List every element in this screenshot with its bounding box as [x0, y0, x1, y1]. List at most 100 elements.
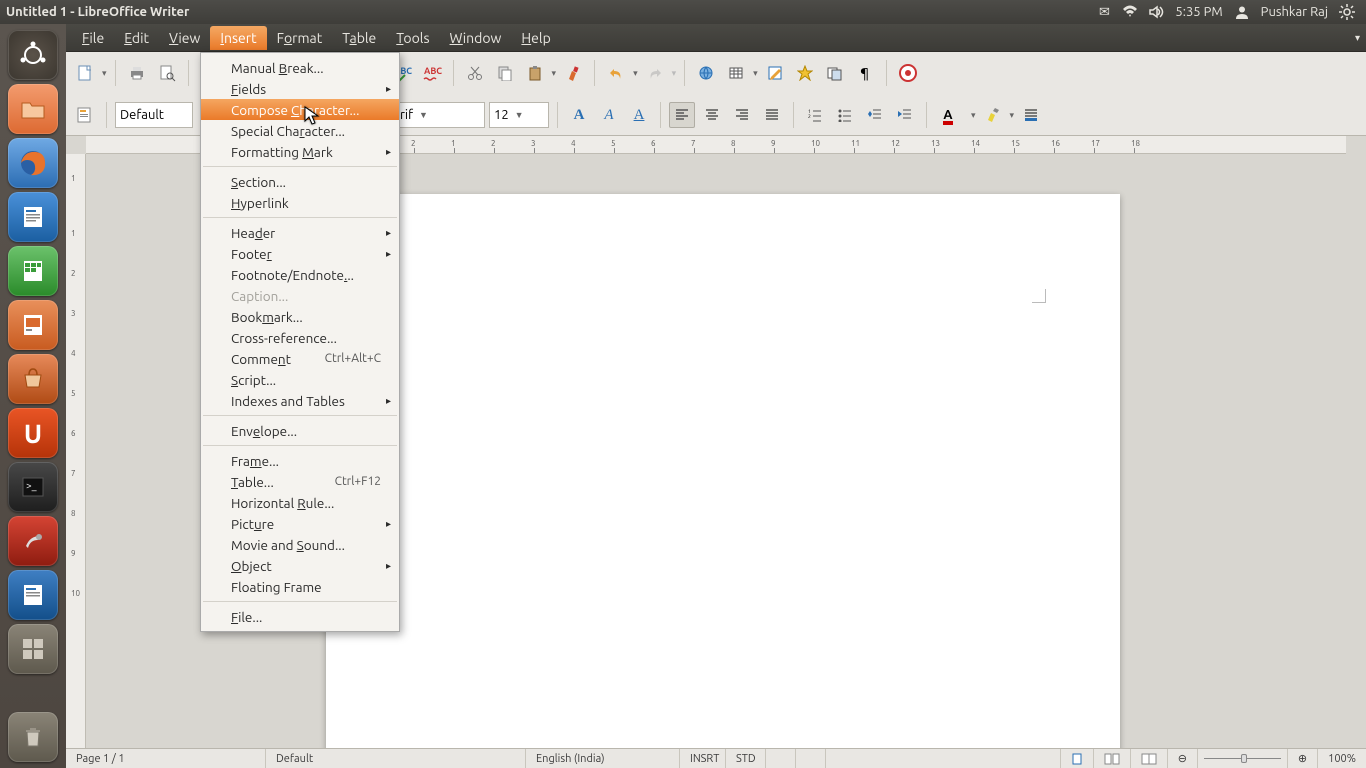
- bg-color-button[interactable]: [1018, 102, 1044, 128]
- menu-help[interactable]: Help: [511, 26, 560, 50]
- zoom-out-button[interactable]: ⊖: [1168, 749, 1198, 768]
- numbering-button[interactable]: 12: [802, 102, 828, 128]
- insert-menu-item[interactable]: CommentCtrl+Alt+C: [201, 348, 399, 369]
- nonprinting-button[interactable]: ¶: [852, 60, 878, 86]
- launcher-terminal[interactable]: >_: [8, 462, 58, 512]
- new-doc-button[interactable]: [72, 60, 98, 86]
- wifi-icon[interactable]: [1121, 3, 1139, 21]
- zoom-in-button[interactable]: ⊕: [1288, 749, 1318, 768]
- menu-view[interactable]: View: [159, 26, 210, 50]
- launcher-workspaces[interactable]: [8, 624, 58, 674]
- insert-menu-item[interactable]: Fields▸: [201, 78, 399, 99]
- status-view-multi[interactable]: [1094, 749, 1131, 768]
- insert-menu-item[interactable]: Frame...: [201, 450, 399, 471]
- print-button[interactable]: [124, 60, 150, 86]
- print-preview-button[interactable]: [154, 60, 180, 86]
- bullets-button[interactable]: [832, 102, 858, 128]
- insert-menu-item[interactable]: Envelope...: [201, 420, 399, 441]
- launcher-impress[interactable]: [8, 300, 58, 350]
- status-language[interactable]: English (India): [526, 749, 680, 768]
- status-page[interactable]: Page 1 / 1: [66, 749, 266, 768]
- gallery-button[interactable]: [822, 60, 848, 86]
- menu-window[interactable]: Window: [440, 26, 512, 50]
- table-button[interactable]: [723, 60, 749, 86]
- font-name-combo[interactable]: rif▼: [395, 102, 485, 128]
- insert-menu-item[interactable]: Footer▸: [201, 243, 399, 264]
- decrease-indent-button[interactable]: [862, 102, 888, 128]
- italic-button[interactable]: A: [596, 102, 622, 128]
- bold-button[interactable]: A: [566, 102, 592, 128]
- launcher-firefox[interactable]: [8, 138, 58, 188]
- copy-button[interactable]: [492, 60, 518, 86]
- mail-icon[interactable]: ✉: [1095, 3, 1113, 21]
- insert-menu-item[interactable]: Floating Frame: [201, 576, 399, 597]
- insert-menu-item[interactable]: Header▸: [201, 222, 399, 243]
- cut-button[interactable]: [462, 60, 488, 86]
- zoom-percent[interactable]: 100%: [1318, 749, 1366, 768]
- insert-menu-item[interactable]: Horizontal Rule...: [201, 492, 399, 513]
- launcher-writer[interactable]: [8, 192, 58, 242]
- insert-menu-item[interactable]: Indexes and Tables▸: [201, 390, 399, 411]
- launcher-settings[interactable]: [8, 516, 58, 566]
- format-paintbrush-button[interactable]: [560, 60, 586, 86]
- insert-menu-item[interactable]: Table...Ctrl+F12: [201, 471, 399, 492]
- styles-button[interactable]: [72, 102, 98, 128]
- highlight-button[interactable]: [980, 102, 1006, 128]
- redo-button[interactable]: [642, 60, 668, 86]
- insert-menu-item[interactable]: Movie and Sound...: [201, 534, 399, 555]
- insert-menu-item[interactable]: Section...: [201, 171, 399, 192]
- insert-menu-item[interactable]: Footnote/Endnote...: [201, 264, 399, 285]
- paste-button[interactable]: [522, 60, 548, 86]
- status-selection[interactable]: STD: [726, 749, 766, 768]
- insert-menu-item[interactable]: Script...: [201, 369, 399, 390]
- align-left-button[interactable]: [669, 102, 695, 128]
- help-button[interactable]: [895, 60, 921, 86]
- hyperlink-button[interactable]: [693, 60, 719, 86]
- navigator-button[interactable]: [792, 60, 818, 86]
- menu-file[interactable]: File: [72, 26, 114, 50]
- launcher-trash[interactable]: [8, 712, 58, 762]
- insert-menu-item[interactable]: Object▸: [201, 555, 399, 576]
- zoom-slider[interactable]: [1198, 749, 1288, 768]
- align-justify-button[interactable]: [759, 102, 785, 128]
- launcher-ubuntu-one[interactable]: U: [8, 408, 58, 458]
- menu-insert[interactable]: Insert: [210, 26, 266, 50]
- status-signature[interactable]: [796, 749, 826, 768]
- font-size-combo[interactable]: 12▼: [489, 102, 549, 128]
- launcher-software-center[interactable]: [8, 354, 58, 404]
- document-page[interactable]: [326, 194, 1120, 748]
- vertical-ruler[interactable]: 112345678910: [66, 154, 86, 748]
- insert-menu-item[interactable]: Bookmark...: [201, 306, 399, 327]
- status-insert[interactable]: INSRT: [680, 749, 726, 768]
- volume-icon[interactable]: [1147, 3, 1165, 21]
- underline-button[interactable]: A: [626, 102, 652, 128]
- insert-menu-item[interactable]: Compose Character...: [201, 99, 399, 120]
- menu-table[interactable]: Table: [332, 26, 386, 50]
- status-view-single[interactable]: [1060, 749, 1094, 768]
- launcher-dash[interactable]: [8, 30, 58, 80]
- launcher-files[interactable]: [8, 84, 58, 134]
- launcher-writer-active[interactable]: [8, 570, 58, 620]
- insert-menu-item[interactable]: File...: [201, 606, 399, 627]
- launcher-calc[interactable]: [8, 246, 58, 296]
- increase-indent-button[interactable]: [892, 102, 918, 128]
- undo-button[interactable]: [603, 60, 629, 86]
- menubar-overflow-icon[interactable]: ▾: [1355, 32, 1360, 44]
- autospell-button[interactable]: ABC: [419, 60, 445, 86]
- insert-menu-item[interactable]: Special Character...: [201, 120, 399, 141]
- menu-edit[interactable]: Edit: [114, 26, 159, 50]
- insert-menu-item[interactable]: Cross-reference...: [201, 327, 399, 348]
- insert-menu-item[interactable]: Picture▸: [201, 513, 399, 534]
- align-right-button[interactable]: [729, 102, 755, 128]
- system-time[interactable]: 5:35 PM: [1175, 5, 1222, 19]
- insert-menu-item[interactable]: Hyperlink: [201, 192, 399, 213]
- paragraph-style-combo[interactable]: Default: [115, 102, 193, 128]
- show-draw-button[interactable]: [762, 60, 788, 86]
- menu-format[interactable]: Format: [267, 26, 333, 50]
- status-style[interactable]: Default: [266, 749, 526, 768]
- menu-tools[interactable]: Tools: [386, 26, 439, 50]
- system-user[interactable]: Pushkar Raj: [1261, 5, 1328, 19]
- insert-menu-item[interactable]: Manual Break...: [201, 57, 399, 78]
- gear-icon[interactable]: [1338, 3, 1356, 21]
- insert-menu-item[interactable]: Formatting Mark▸: [201, 141, 399, 162]
